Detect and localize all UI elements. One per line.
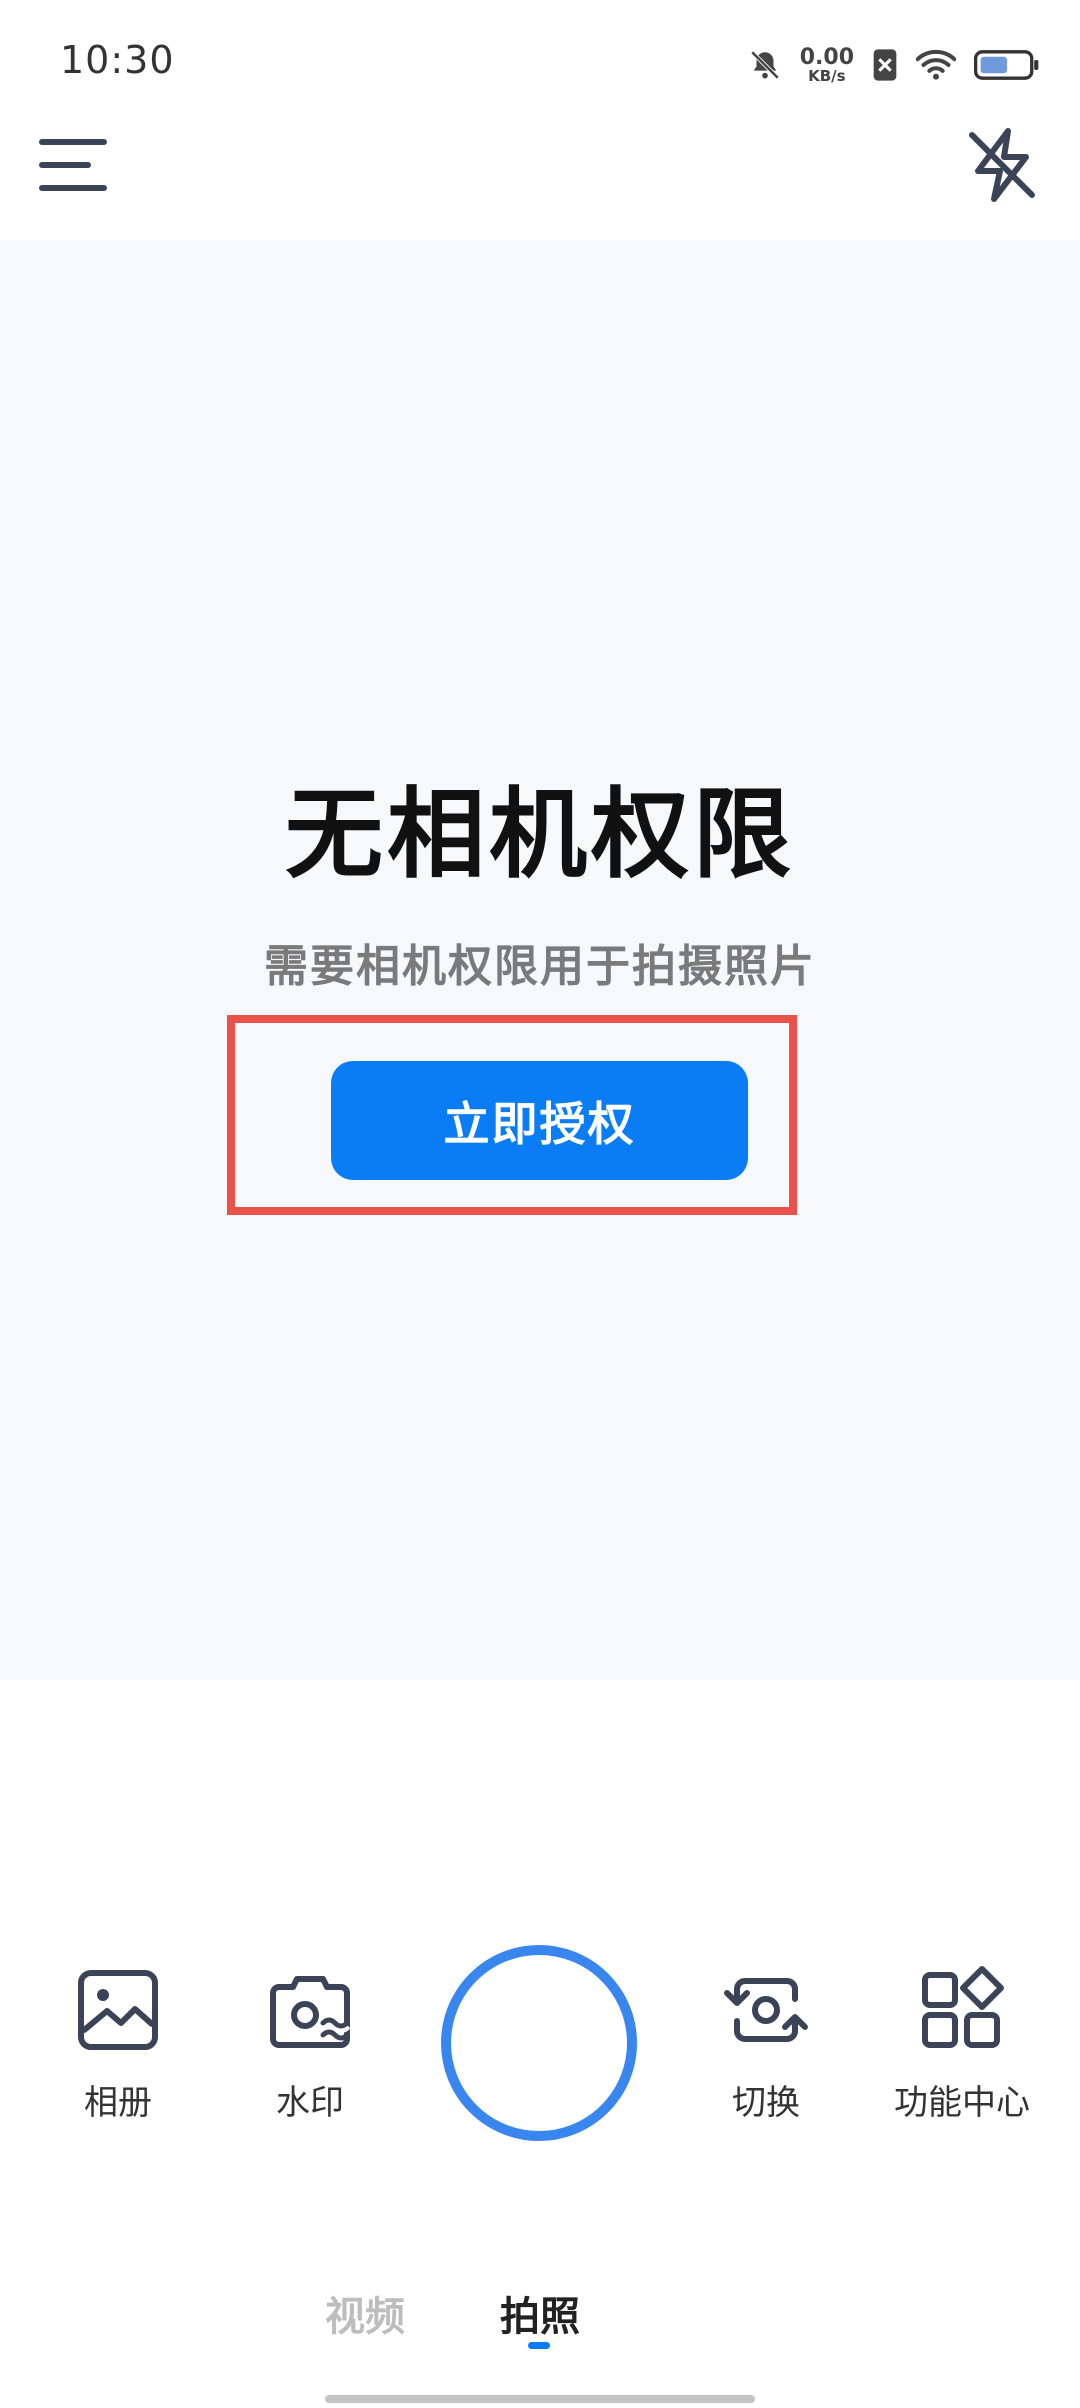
mode-active-indicator [528, 2342, 550, 2349]
battery-icon [974, 50, 1039, 80]
net-speed-unit: KB/s [808, 66, 846, 85]
album-label: 相册 [84, 2083, 152, 2123]
shutter-button[interactable] [441, 1945, 637, 2141]
top-bar [0, 120, 1080, 240]
watermark-icon [270, 1976, 351, 2048]
switch-camera-button[interactable]: 切换 [676, 1965, 856, 2145]
menu-icon [39, 139, 107, 191]
grant-permission-button[interactable]: 立即授权 [331, 1061, 748, 1180]
menu-button[interactable] [38, 130, 108, 200]
permission-title: 无相机权限 [284, 778, 795, 892]
feature-center-label: 功能中心 [894, 2083, 1030, 2123]
flash-toggle-button[interactable] [962, 125, 1042, 205]
wifi-icon [916, 49, 956, 80]
switch-camera-icon [724, 1978, 808, 2042]
mute-bell-icon [750, 50, 779, 80]
switch-label: 切换 [732, 2083, 800, 2123]
no-sim-icon [873, 49, 897, 81]
status-bar: 10:30 0.00 KB/s [0, 0, 1080, 120]
album-button[interactable]: 相册 [28, 1965, 208, 2145]
status-icons: 0.00 KB/s [748, 40, 1040, 90]
status-time: 10:30 [60, 38, 175, 82]
feature-center-button[interactable]: 功能中心 [872, 1965, 1052, 2145]
permission-subtitle: 需要相机权限用于拍摄照片 [264, 941, 816, 992]
net-speed: 0.00 KB/s [799, 44, 854, 85]
watermark-label: 水印 [276, 2083, 344, 2123]
home-indicator[interactable] [325, 2395, 755, 2403]
flash-off-icon [969, 128, 1035, 202]
watermark-button[interactable]: 水印 [220, 1965, 400, 2145]
mode-video-tab[interactable]: 视频 [325, 2284, 405, 2342]
grid-apps-icon [922, 1966, 1004, 2048]
album-icon [78, 1970, 158, 2050]
net-speed-value: 0.00 [799, 44, 854, 70]
mode-photo-tab[interactable]: 拍照 [500, 2284, 580, 2342]
